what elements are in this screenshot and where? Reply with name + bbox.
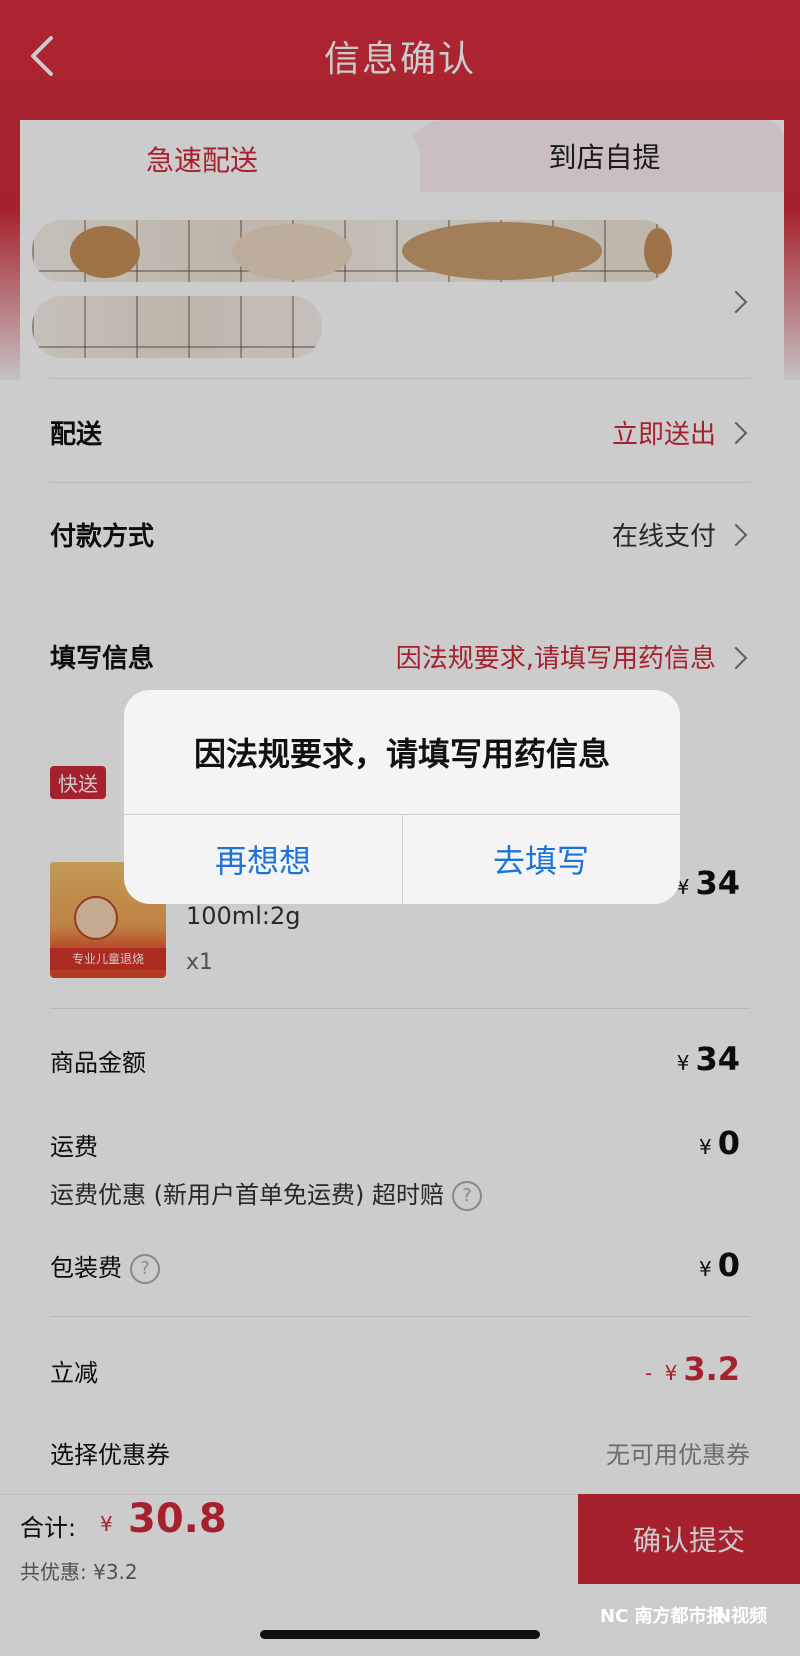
dialog-cancel-button[interactable]: 再想想 bbox=[124, 814, 402, 904]
home-indicator bbox=[260, 1630, 540, 1639]
dialog-message: 因法规要求，请填写用药信息 bbox=[193, 735, 610, 773]
watermark-nvideo: N视频 bbox=[716, 1606, 768, 1627]
alert-dialog: 因法规要求，请填写用药信息 再想想 去填写 bbox=[124, 690, 680, 904]
watermark-ndaily: NC 南方都市报 bbox=[600, 1606, 725, 1627]
dialog-confirm-button[interactable]: 去填写 bbox=[402, 814, 680, 904]
